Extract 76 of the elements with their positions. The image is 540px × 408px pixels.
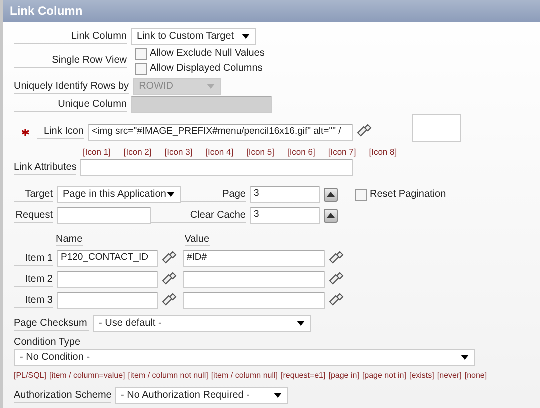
caret-icon — [242, 34, 250, 39]
checkbox[interactable] — [135, 62, 147, 74]
field-label: Clear Cache — [151, 208, 246, 222]
field-label: Link Column — [14, 30, 127, 44]
item-name-field[interactable]: P120_CONTACT_ID — [57, 250, 158, 267]
column-header: Name — [56, 234, 83, 246]
field-label: Page Checksum — [14, 316, 89, 330]
column-header: Value — [184, 234, 210, 246]
condition-shortcut-link[interactable]: [never] — [437, 370, 462, 380]
panel-title: Link Column — [10, 4, 83, 18]
up-triangle-icon — [327, 192, 335, 197]
field-label: Uniquely Identify Rows by — [14, 80, 130, 94]
flashlight-icon[interactable] — [328, 250, 344, 266]
field-label: Link Icon — [37, 125, 84, 139]
page-checksum-dropdown[interactable]: - Use default - — [93, 315, 311, 332]
picker-button[interactable] — [324, 208, 338, 222]
condition-shortcut-link[interactable]: [page in] — [328, 370, 360, 380]
icon-preview-box — [412, 114, 461, 142]
field-label: Item 1 — [14, 252, 53, 266]
item-value-field[interactable] — [183, 292, 325, 309]
up-triangle-icon — [327, 213, 335, 218]
item-name-field[interactable] — [57, 271, 158, 288]
icon-link[interactable]: [Icon 7] — [328, 147, 356, 157]
target-dropdown[interactable]: Page in this Application — [57, 186, 181, 203]
field-label: Item 2 — [14, 272, 53, 286]
field-label: Condition Type — [14, 337, 81, 348]
field-label: Page — [181, 188, 246, 202]
condition-shortcut-link[interactable]: [item / column=value] — [49, 370, 126, 380]
flashlight-icon[interactable] — [328, 292, 344, 308]
condition-type-dropdown[interactable]: - No Condition - — [14, 349, 475, 366]
condition-shortcut-link[interactable]: [item / column not null] — [128, 370, 208, 380]
caret-icon — [297, 321, 305, 326]
flashlight-icon[interactable] — [161, 250, 177, 266]
caret-icon — [167, 192, 175, 197]
field-label: Link Attributes — [14, 160, 76, 174]
field-label: Unique Column — [14, 98, 127, 112]
picker-button[interactable] — [324, 188, 338, 202]
field-label: Target — [14, 188, 53, 202]
flashlight-icon[interactable] — [161, 272, 177, 288]
flashlight-icon[interactable] — [161, 292, 177, 308]
checkbox[interactable] — [135, 48, 147, 60]
flashlight-icon[interactable] — [328, 272, 344, 288]
checkbox-label: Allow Exclude Null Values — [150, 48, 265, 59]
checkbox-label: Reset Pagination — [370, 189, 446, 200]
item-value-field[interactable] — [183, 271, 325, 288]
page-field[interactable]: 3 — [250, 186, 320, 203]
link-attributes-field[interactable] — [80, 159, 353, 176]
condition-shortcut-link[interactable]: [exists] — [409, 370, 434, 380]
condition-shortcut-link[interactable]: [page not in] — [362, 370, 406, 380]
field-label: Authorization Scheme — [14, 388, 111, 402]
link-icon-field[interactable]: <img src="#IMAGE_PREFIX#menu/pencil16x16.gif" alt="" / — [88, 124, 353, 140]
caret-icon — [207, 84, 216, 89]
field-label: Single Row View — [14, 54, 127, 68]
checkbox[interactable] — [355, 188, 367, 200]
icon-link[interactable]: [Icon 5] — [246, 147, 274, 157]
condition-shortcut-link[interactable]: [PL/SQL] — [14, 370, 46, 380]
checkbox-label: Allow Displayed Columns — [150, 63, 263, 74]
condition-shortcut-link[interactable]: [request=e1] — [281, 370, 326, 380]
icon-link[interactable]: [Icon 8] — [369, 147, 398, 157]
icon-link[interactable]: [Icon 2] — [124, 147, 152, 157]
request-field[interactable] — [57, 207, 151, 224]
item-name-field[interactable] — [57, 292, 158, 309]
icon-link[interactable]: [Icon 6] — [287, 147, 316, 157]
authorization-dropdown[interactable]: - No Authorization Required - — [115, 387, 288, 404]
item-value-field[interactable]: #ID# — [183, 250, 325, 267]
field-label: Item 3 — [14, 294, 53, 308]
condition-shortcut-link[interactable]: [item / column null] — [211, 370, 278, 380]
condition-shortcut-link[interactable]: [none] — [464, 370, 488, 380]
icon-link[interactable]: [Icon 3] — [164, 147, 193, 157]
caret-icon — [461, 355, 469, 360]
clear-cache-field[interactable]: 3 — [250, 207, 320, 224]
icon-link[interactable]: [Icon 4] — [206, 147, 234, 157]
link-column-dropdown[interactable]: Link to Custom Target — [131, 28, 256, 45]
field-label: Request — [14, 208, 53, 222]
icon-link[interactable]: [Icon 1] — [83, 147, 111, 157]
caret-icon — [274, 393, 282, 398]
